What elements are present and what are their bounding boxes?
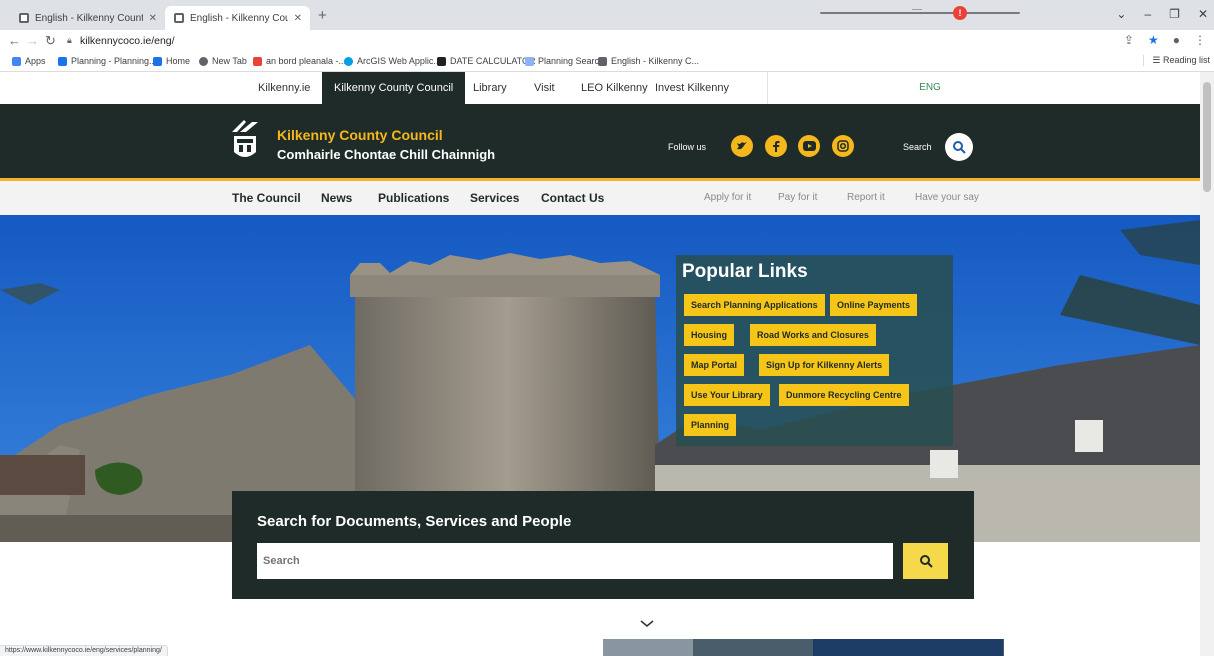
link-use-your-library[interactable]: Use Your Library [684, 384, 770, 406]
youtube-icon[interactable] [798, 135, 820, 157]
tab-title: English - Kilkenny County Counc [35, 12, 143, 24]
language-selector[interactable]: ENG [767, 72, 1092, 104]
close-tab-icon[interactable]: ✕ [294, 13, 302, 24]
facebook-icon[interactable] [765, 135, 787, 157]
link-dunmore-recycling[interactable]: Dunmore Recycling Centre [779, 384, 909, 406]
bookmark-apps[interactable]: Apps [12, 56, 46, 66]
reading-list-button[interactable]: ☰ Reading list [1143, 55, 1210, 66]
news-preview-image[interactable] [603, 639, 1004, 656]
site-search-panel: Search for Documents, Services and Peopl… [232, 491, 974, 599]
nav-news[interactable]: News [321, 191, 352, 205]
bookmark-item[interactable]: DATE CALCULATOR [437, 56, 536, 66]
council-favicon-icon [18, 12, 30, 24]
share-icon[interactable]: ⇪ [1124, 33, 1134, 47]
link-map-portal[interactable]: Map Portal [684, 354, 745, 376]
arcgis-icon [344, 56, 353, 66]
nav-report-it[interactable]: Report it [847, 192, 885, 203]
browser-tabstrip: English - Kilkenny County Counc ✕ Englis… [0, 0, 1214, 30]
link-housing[interactable]: Housing [684, 324, 734, 346]
lock-icon[interactable]: 🔒︎ [67, 35, 72, 46]
popular-links-title: Popular Links [682, 261, 808, 282]
nav-the-council[interactable]: The Council [232, 191, 301, 205]
menu-icon[interactable]: ⋮ [1194, 33, 1206, 47]
bookmark-item[interactable]: New Tab [199, 56, 247, 66]
bookmark-star-icon[interactable]: ★ [1148, 33, 1159, 47]
nav-publications[interactable]: Publications [378, 191, 449, 205]
nav-contact-us[interactable]: Contact Us [541, 191, 604, 205]
extension-indicator: ! [820, 6, 1020, 20]
header-search-label: Search [903, 142, 932, 152]
twitter-icon[interactable] [731, 135, 753, 157]
restore-icon[interactable]: ❐ [1169, 7, 1180, 21]
bookmark-item[interactable]: ArcGIS Web Applic... [344, 56, 441, 66]
link-search-planning[interactable]: Search Planning Applications [684, 294, 825, 316]
site-search-input[interactable] [257, 543, 893, 579]
top-navigation: Kilkenny.ie Kilkenny County Council Libr… [0, 72, 1200, 104]
bookmarks-bar: Apps Planning - Planning... Home New Tab… [0, 52, 1214, 72]
alert-icon[interactable]: ! [953, 6, 967, 20]
site-search-button[interactable] [903, 543, 948, 579]
tab-title: English - Kilkenny County Counc [190, 12, 288, 24]
scrollbar-thumb[interactable] [1203, 82, 1211, 192]
link-planning[interactable]: Planning [684, 414, 736, 436]
forward-icon[interactable]: → [26, 33, 39, 48]
document-icon [525, 56, 534, 66]
bookmark-item[interactable]: Planning - Planning... [58, 56, 157, 66]
follow-us-label: Follow us [668, 142, 707, 152]
search-icon [953, 141, 966, 154]
reload-icon[interactable]: ↻ [45, 33, 56, 49]
topnav-invest-kilkenny[interactable]: Invest Kilkenny [655, 72, 729, 104]
main-navigation: The Council News Publications Services C… [0, 181, 1200, 215]
nav-have-your-say[interactable]: Have your say [915, 192, 979, 203]
browser-tab[interactable]: English - Kilkenny County Counc ✕ [10, 6, 165, 30]
home-icon [153, 56, 162, 66]
close-window-icon[interactable]: ✕ [1198, 7, 1208, 21]
instagram-icon[interactable] [832, 135, 854, 157]
council-favicon-icon [173, 12, 185, 24]
popular-links-panel: Popular Links Search Planning Applicatio… [676, 255, 953, 446]
header-search-button[interactable] [945, 133, 973, 161]
site-header: Kilkenny County Council Comhairle Chonta… [0, 104, 1200, 181]
browser-tab-active[interactable]: English - Kilkenny County Counc ✕ [165, 6, 310, 30]
minimize-icon[interactable]: – [1144, 7, 1151, 21]
topnav-library[interactable]: Library [473, 72, 507, 104]
new-tab-button[interactable]: + [318, 7, 327, 24]
council-crest-icon[interactable] [230, 118, 260, 166]
calculator-icon [437, 56, 446, 66]
url-field[interactable]: kilkennycoco.ie/eng/ [80, 35, 175, 47]
topnav-county-council[interactable]: Kilkenny County Council [322, 72, 466, 104]
topnav-leo-kilkenny[interactable]: LEO Kilkenny [581, 72, 648, 104]
search-icon [919, 555, 933, 568]
tab-search-icon[interactable]: ⌄ [1116, 7, 1126, 21]
globe-icon [199, 56, 208, 66]
bookmark-item[interactable]: Home [153, 56, 190, 66]
close-tab-icon[interactable]: ✕ [149, 13, 157, 24]
nav-services[interactable]: Services [470, 191, 519, 205]
apps-grid-icon [12, 56, 21, 66]
brand-name-english[interactable]: Kilkenny County Council [277, 127, 443, 143]
page-scrollbar[interactable] [1200, 72, 1214, 656]
back-icon[interactable]: ← [8, 33, 21, 48]
topnav-kilkenny-ie[interactable]: Kilkenny.ie [258, 72, 310, 104]
topnav-visit[interactable]: Visit [534, 72, 555, 104]
scroll-down-chevron-icon[interactable] [640, 620, 654, 628]
council-favicon-icon [598, 56, 607, 66]
link-road-works[interactable]: Road Works and Closures [750, 324, 876, 346]
nav-apply-for-it[interactable]: Apply for it [704, 192, 751, 203]
brand-name-irish[interactable]: Comhairle Chontae Chill Chainnigh [277, 147, 495, 162]
link-kilkenny-alerts[interactable]: Sign Up for Kilkenny Alerts [759, 354, 890, 376]
address-bar: ← → ↻ 🔒︎ kilkennycoco.ie/eng/ ⇪ ★ ● ⋮ [0, 30, 1214, 52]
window-controls: ⌄ – ❐ ✕ [1116, 7, 1208, 21]
website-viewport: Kilkenny.ie Kilkenny County Council Libr… [0, 72, 1200, 656]
nav-pay-for-it[interactable]: Pay for it [778, 192, 817, 203]
link-online-payments[interactable]: Online Payments [830, 294, 918, 316]
google-icon [253, 56, 262, 66]
bookmark-item[interactable]: Planning Search [525, 56, 604, 66]
search-heading: Search for Documents, Services and Peopl… [257, 513, 572, 530]
bookmark-item[interactable]: an bord pleanala -... [253, 56, 346, 66]
profile-icon[interactable]: ● [1173, 33, 1180, 47]
planning-icon [58, 56, 67, 66]
bookmark-item[interactable]: English - Kilkenny C... [598, 56, 699, 66]
link-status-bar: https://www.kilkennycoco.ie/eng/services… [0, 645, 168, 656]
